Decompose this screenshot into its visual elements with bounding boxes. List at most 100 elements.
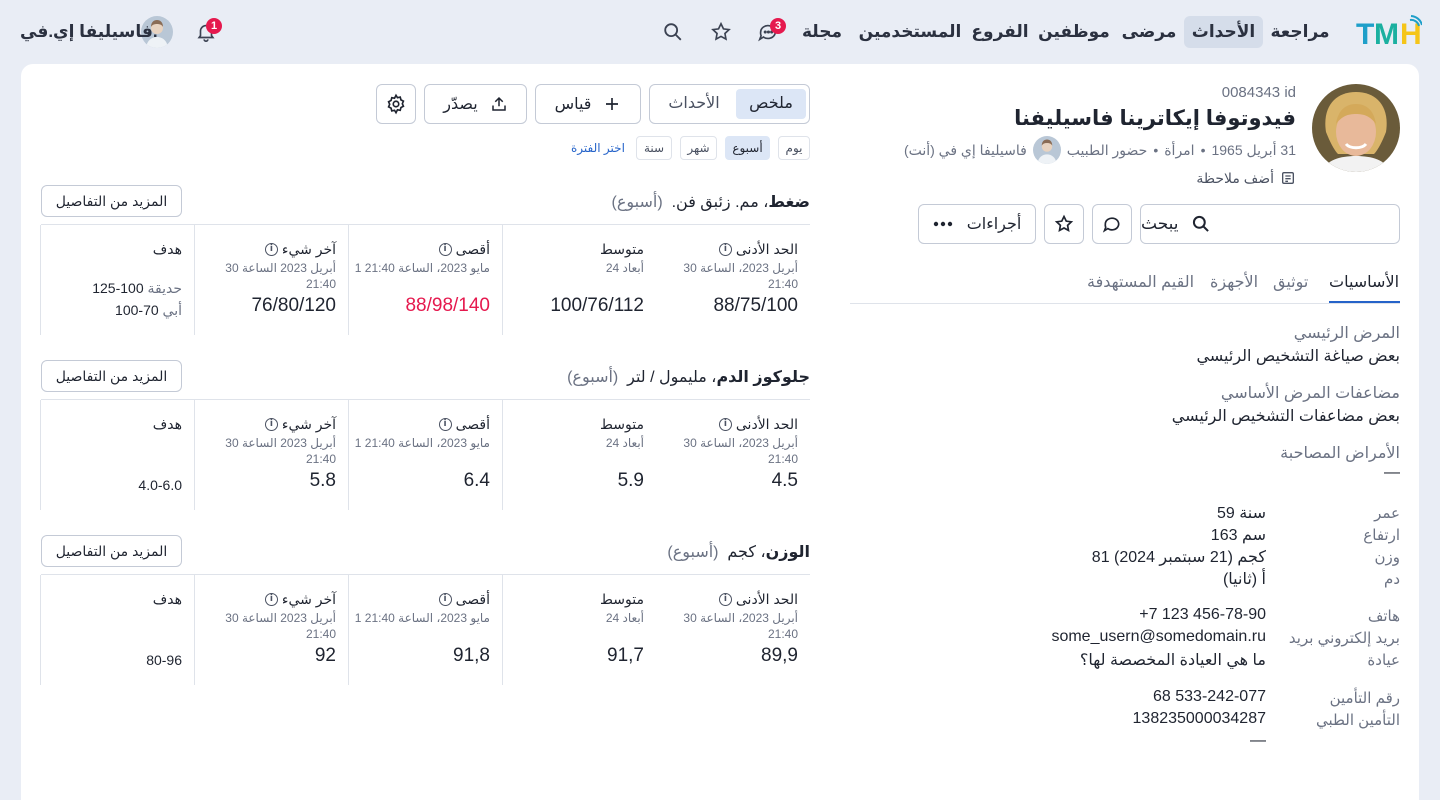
period-day[interactable]: يوم <box>778 136 810 160</box>
more-details-button[interactable]: المزيد من التفاصيل <box>41 360 182 392</box>
insurance-label: رقم التأمين <box>1329 690 1400 707</box>
more-details-button[interactable]: المزيد من التفاصيل <box>41 185 182 217</box>
metric-title: الوزن، كجم (أسبوع) <box>667 542 810 562</box>
note-icon <box>1282 172 1294 184</box>
age-label: عمر <box>1374 505 1400 522</box>
patient-search-input[interactable]: يبحث <box>1140 204 1400 244</box>
clinic-label: عيادة <box>1367 652 1400 669</box>
blood-value: أ (ثانيا) <box>1222 571 1266 588</box>
metric-period: (أسبوع) <box>667 544 719 561</box>
stat-label: الحد الأدنى <box>735 591 798 607</box>
export-icon <box>491 96 506 111</box>
age-value: 59 سنة <box>1216 505 1266 522</box>
nav-review[interactable]: مراجعة <box>1264 16 1336 48</box>
nav-users[interactable]: المستخدمين <box>856 16 964 48</box>
target-line: حديقة 100-125 <box>92 280 182 296</box>
tab-target-values[interactable]: القيم المستهدفة <box>1087 272 1194 292</box>
nav-events[interactable]: الأحداث <box>1184 16 1263 48</box>
medical-insurance-value: 138235000034287 <box>1132 710 1266 727</box>
nav-employees[interactable]: موظفين <box>1036 16 1112 48</box>
phone-value[interactable]: +7 123 456-78-90 <box>1139 606 1266 624</box>
favorites-button[interactable] <box>705 16 737 48</box>
tab-devices[interactable]: الأجهزة <box>1210 272 1258 292</box>
svg-text:T: T <box>1356 18 1374 48</box>
patient-sex: امرأة <box>1164 141 1195 158</box>
settings-button[interactable] <box>376 84 416 124</box>
user-name[interactable]: فاسيليفا إي.في. <box>20 22 158 42</box>
export-button[interactable]: يصدّر <box>424 84 527 124</box>
nav-branches[interactable]: الفروع <box>970 16 1030 48</box>
metric-title: جلوكوز الدم، مليمول / لتر (أسبوع) <box>567 367 810 387</box>
nav-patients[interactable]: مرضى <box>1118 16 1180 48</box>
main-disease-label: المرض الرئيسي <box>1293 325 1400 342</box>
period-week[interactable]: أسبوع <box>725 136 770 160</box>
info-icon[interactable]: i <box>264 243 278 256</box>
blood-label: دم <box>1384 571 1400 588</box>
meta-separator: • <box>1200 142 1206 158</box>
actions-label: أجراءات <box>966 216 1022 233</box>
period-year[interactable]: سنة <box>636 136 672 160</box>
active-tab-indicator <box>1329 301 1400 303</box>
star-icon <box>711 21 731 41</box>
weight-label: وزن <box>1374 549 1400 566</box>
chat-patient-button[interactable] <box>1092 204 1132 244</box>
stat-value: 88/75/100 <box>713 295 798 316</box>
email-value[interactable]: some_usern@somedomain.ru <box>1051 628 1266 646</box>
app-logo[interactable]: T M H <box>1356 14 1422 48</box>
doctor-avatar <box>1032 136 1061 164</box>
info-icon[interactable]: i <box>264 418 278 431</box>
medical-insurance-label: التأمين الطبي <box>1315 712 1400 729</box>
stat-label: متوسط <box>600 591 644 607</box>
stat-count: 24 أبعاد <box>605 611 644 625</box>
info-icon[interactable]: i <box>438 243 452 256</box>
stat-avg: متوسط 24 أبعاد 100/76/112 <box>502 225 656 335</box>
stat-date: 30 أبريل 2023 الساعة 21:40 <box>225 611 336 641</box>
measure-button[interactable]: قياس <box>535 84 641 124</box>
info-icon[interactable]: i <box>438 593 452 606</box>
search-placeholder: يبحث <box>1141 214 1179 233</box>
info-icon[interactable]: i <box>718 418 732 431</box>
view-summary-tab[interactable]: ملخص <box>736 89 806 119</box>
plus-icon <box>606 98 619 110</box>
metric-unit: ، مليمول / لتر <box>627 369 717 386</box>
patient-meta: 31 أبريل 1965 • امرأة • حضور الطبيب فاسي… <box>904 136 1296 164</box>
stat-value: 5.8 <box>309 470 336 491</box>
stat-label: آخر شيء <box>281 416 336 432</box>
stat-label: أقصى <box>455 241 490 257</box>
patient-id: 0084343 id <box>1221 84 1296 101</box>
stat-min: الحد الأدنى i 30 أبريل 2023، الساعة 21:40… <box>656 225 810 335</box>
tab-basics[interactable]: الأساسيات <box>1329 272 1399 292</box>
stat-date: 1 مايو 2023، الساعة 21:40 <box>354 436 490 450</box>
view-events-tab[interactable]: الأحداث <box>656 89 732 119</box>
info-icon[interactable]: i <box>438 418 452 431</box>
patient-doctor[interactable]: فاسيليفا إي في (أنت) <box>904 142 1027 159</box>
favorite-patient-button[interactable] <box>1044 204 1084 244</box>
patient-name: فيدوتوفا إيكاترينا فاسيليفنا <box>1014 107 1296 130</box>
stat-date: 30 أبريل 2023، الساعة 21:40 <box>683 611 798 641</box>
actions-button[interactable]: أجراءات <box>918 204 1036 244</box>
tab-documentation[interactable]: توثيق <box>1273 272 1308 292</box>
stat-count: 24 أبعاد <box>605 436 644 450</box>
search-button[interactable] <box>657 16 689 48</box>
stat-last: آخر شيء i 30 أبريل 2023 الساعة 21:40 5.8 <box>194 400 348 510</box>
choose-period-link[interactable]: اختر الفترة <box>571 141 625 155</box>
view-toggle: ملخص الأحداث <box>649 84 810 124</box>
stat-count: 24 أبعاد <box>605 261 644 275</box>
nav-journal[interactable]: مجلة <box>798 16 846 48</box>
info-icon[interactable]: i <box>718 593 732 606</box>
stat-date: 30 أبريل 2023 الساعة 21:40 <box>225 261 336 291</box>
info-icon[interactable]: i <box>718 243 732 256</box>
stat-label: أقصى <box>455 591 490 607</box>
complications-value: بعض مضاعفات التشخيص الرئيسي <box>1171 408 1400 425</box>
add-note-link[interactable]: أضف ملاحظة <box>1196 168 1296 188</box>
more-details-button[interactable]: المزيد من التفاصيل <box>41 535 182 567</box>
phone-label: هاتف <box>1367 608 1400 625</box>
stat-last: آخر شيء i 30 أبريل 2023 الساعة 21:40 92 <box>194 575 348 685</box>
stat-label: هدف <box>152 416 182 432</box>
period-month[interactable]: شهر <box>680 136 717 160</box>
stat-value: 100/76/112 <box>550 295 644 316</box>
patient-photo <box>1312 84 1400 172</box>
info-icon[interactable]: i <box>264 593 278 606</box>
stat-label: آخر شيء <box>281 241 336 257</box>
patient-birthdate: 31 أبريل 1965 <box>1211 141 1296 158</box>
